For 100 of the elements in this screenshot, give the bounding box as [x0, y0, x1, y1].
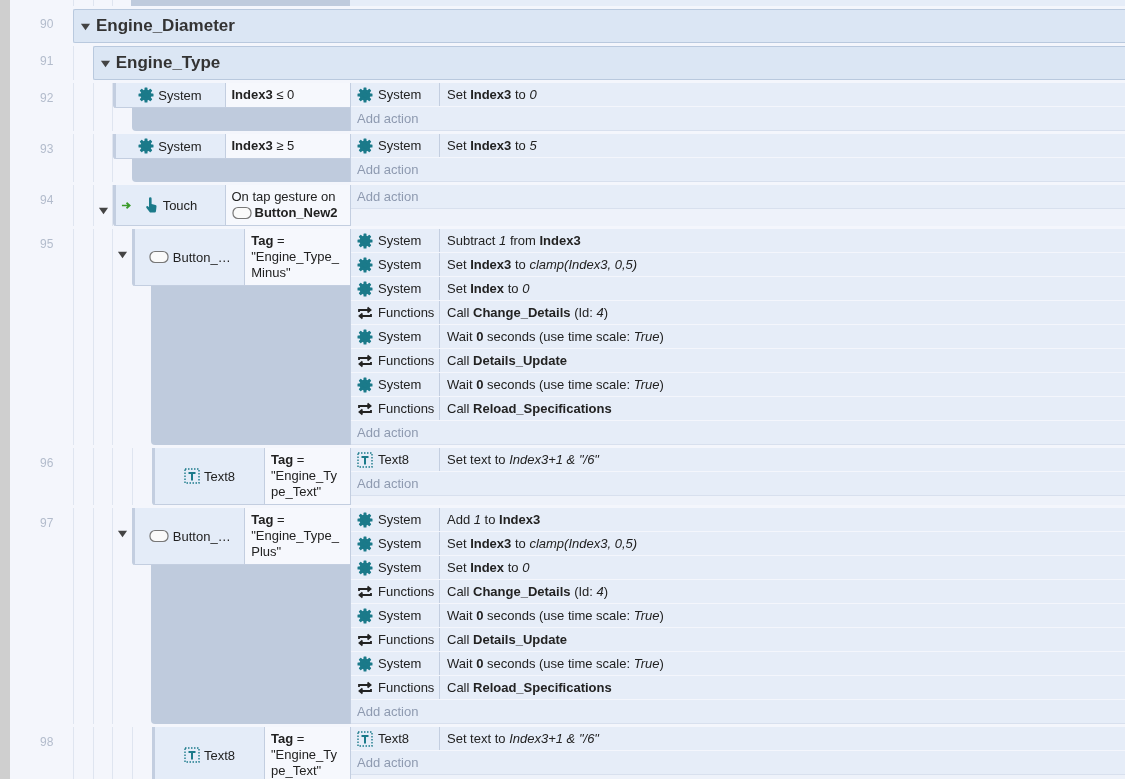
- condition-block[interactable]: System Index3 ≥ 5: [112, 134, 350, 159]
- action-text: Wait 0 seconds (use time scale: True): [446, 377, 664, 392]
- action-text: Wait 0 seconds (use time scale: True): [446, 608, 664, 623]
- action-row[interactable]: Functions Call Change_Details (Id: 4): [351, 580, 1125, 604]
- gear-icon: [357, 559, 373, 576]
- condition-block[interactable]: Button_… Tag = "Engine_Type_Minus": [132, 229, 350, 286]
- action-text: Set text to Index3+1 & "/6": [446, 452, 599, 467]
- action-row[interactable]: Functions Call Details_Update: [351, 628, 1125, 652]
- action-text: Call Change_Details (Id: 4): [446, 305, 609, 320]
- gear-icon: [357, 256, 373, 273]
- condition-block[interactable]: Text8 Tag = "Engine_Type_Text": [152, 727, 350, 779]
- line-number: 98: [40, 735, 54, 749]
- gear-icon: [138, 87, 155, 103]
- text-object-icon: [357, 451, 373, 468]
- object-name: System: [158, 87, 202, 103]
- line-number: 97: [40, 516, 54, 530]
- condition-block[interactable]: Text8 Tag = "Engine_Type_Text": [152, 448, 350, 505]
- action-row[interactable]: System Set Index3 to 5: [351, 134, 1125, 158]
- gear-icon: [357, 86, 373, 103]
- line-number: 95: [40, 237, 54, 251]
- object-name: Text8: [203, 468, 236, 484]
- line-number: 92: [40, 91, 54, 105]
- object-name: System: [378, 257, 422, 272]
- object-name: Functions: [378, 632, 435, 647]
- condition-text: Index3 ≥ 5: [231, 138, 295, 153]
- object-name: System: [378, 233, 422, 248]
- condition-block[interactable]: Touch On tap gesture on Button_New2: [112, 185, 350, 226]
- line-number: 96: [40, 456, 54, 470]
- action-row[interactable]: System Set Index3 to clamp(Index3, 0,5): [351, 532, 1125, 556]
- action-row[interactable]: Text8 Set text to Index3+1 & "/6": [351, 448, 1125, 472]
- object-name: Functions: [378, 401, 435, 416]
- object-name: System: [378, 656, 422, 671]
- action-row[interactable]: System Wait 0 seconds (use time scale: True): [351, 373, 1125, 397]
- object-name: System: [158, 138, 202, 154]
- action-row[interactable]: Text8 Set text to Index3+1 & "/6": [351, 727, 1125, 751]
- action-text: Set Index to 0: [446, 560, 530, 575]
- object-name: System: [378, 608, 422, 623]
- action-text: Wait 0 seconds (use time scale: True): [446, 656, 664, 671]
- loop-arrows-icon: [357, 352, 373, 369]
- condition-text: Tag = "Engine_Type_Text": [271, 452, 338, 499]
- button-icon: [148, 250, 169, 264]
- expand-toggle[interactable]: [117, 249, 129, 260]
- action-row[interactable]: System Set Index3 to clamp(Index3, 0,5): [351, 253, 1125, 277]
- action-row[interactable]: Functions Call Reload_Specifications: [351, 676, 1125, 700]
- action-row[interactable]: System Wait 0 seconds (use time scale: True): [351, 604, 1125, 628]
- text-object-icon: [183, 747, 200, 763]
- action-text: Call Details_Update: [446, 632, 567, 647]
- action-row[interactable]: System Subtract 1 from Index3: [351, 229, 1125, 253]
- indent-guide: [73, 83, 113, 131]
- action-text: Subtract 1 from Index3: [446, 233, 581, 248]
- line-number: 93: [40, 142, 54, 156]
- action-text: Set Index3 to clamp(Index3, 0,5): [446, 536, 638, 551]
- condition-text: On tap gesture on: [231, 189, 336, 204]
- object-name: System: [378, 512, 422, 527]
- object-name: Functions: [378, 680, 435, 695]
- action-row[interactable]: System Set Index to 0: [351, 277, 1125, 301]
- gear-icon: [357, 511, 373, 528]
- action-text: Set Index3 to 0: [446, 87, 537, 102]
- action-row[interactable]: Functions Call Details_Update: [351, 349, 1125, 373]
- action-text: Set text to Index3+1 & "/6": [446, 731, 599, 746]
- gear-icon: [357, 328, 373, 345]
- text-object-icon: [183, 468, 200, 484]
- group-header[interactable]: Engine_Type: [92, 46, 1125, 80]
- gear-icon: [357, 137, 373, 154]
- object-name: System: [378, 329, 422, 344]
- gear-icon: [357, 232, 373, 249]
- loop-arrows-icon: [357, 400, 373, 417]
- condition-block[interactable]: System Index3 ≤ 0: [112, 83, 350, 108]
- action-text: Call Details_Update: [446, 353, 567, 368]
- object-name: System: [378, 281, 422, 296]
- line-number: 91: [40, 54, 54, 68]
- action-row[interactable]: System Wait 0 seconds (use time scale: True): [351, 652, 1125, 676]
- condition-text: Tag = "Engine_Type_Plus": [251, 512, 339, 559]
- line-number: 94: [40, 193, 54, 207]
- action-row[interactable]: System Set Index to 0: [351, 556, 1125, 580]
- gear-icon: [357, 535, 373, 552]
- loop-arrows-icon: [357, 631, 373, 648]
- action-row[interactable]: System Add 1 to Index3: [351, 508, 1125, 532]
- action-row[interactable]: Functions Call Reload_Specifications: [351, 397, 1125, 421]
- group-title: Engine_Type: [115, 53, 221, 73]
- object-name: Button_New2: [254, 205, 338, 221]
- gear-icon: [357, 376, 373, 393]
- action-row[interactable]: Functions Call Change_Details (Id: 4): [351, 301, 1125, 325]
- action-text: Set Index to 0: [446, 281, 530, 296]
- object-name: System: [378, 560, 422, 575]
- loop-arrows-icon: [357, 679, 373, 696]
- action-text: Set Index3 to clamp(Index3, 0,5): [446, 257, 638, 272]
- group-header[interactable]: Engine_Diameter: [73, 9, 1125, 43]
- loop-arrows-icon: [357, 583, 373, 600]
- line-number: 90: [40, 17, 54, 31]
- loop-arrows-icon: [357, 304, 373, 321]
- object-name: Text8: [378, 452, 410, 467]
- expand-toggle[interactable]: [97, 205, 109, 216]
- object-name: Functions: [378, 353, 435, 368]
- object-name: Button_…: [172, 249, 231, 265]
- action-row[interactable]: System Set Index3 to 0: [351, 83, 1125, 107]
- expand-toggle[interactable]: [117, 528, 129, 539]
- action-row[interactable]: System Wait 0 seconds (use time scale: True): [351, 325, 1125, 349]
- condition-block[interactable]: Button_… Tag = "Engine_Type_Plus": [132, 508, 350, 565]
- text-object-icon: [357, 730, 373, 747]
